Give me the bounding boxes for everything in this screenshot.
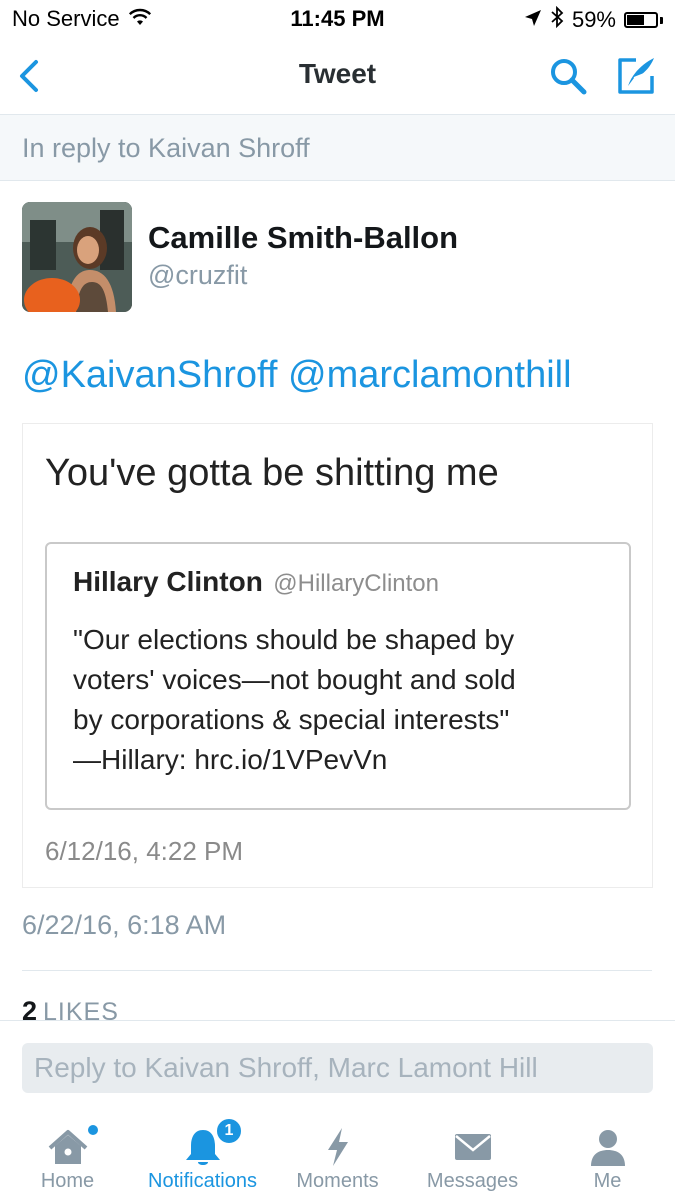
- quoted-author-name: Hillary Clinton: [73, 566, 263, 597]
- quoted-line: —Hillary: hrc.io/1VPevVn: [73, 744, 388, 775]
- tweet-text: @KaivanShroff @marclamonthill: [22, 354, 572, 397]
- tab-label: Home: [40, 1170, 95, 1192]
- likes-count: 2: [22, 996, 38, 1020]
- author-handle[interactable]: @cruzfit: [148, 260, 247, 291]
- tab-bar: Home Notifications Moments Messages Me: [0, 1112, 675, 1200]
- search-icon[interactable]: [548, 56, 588, 96]
- quoted-line: voters' voices—not bought and sold: [73, 664, 516, 695]
- mention-link[interactable]: @marclamonthill: [288, 354, 572, 396]
- bluetooth-icon: [550, 5, 564, 34]
- bell-icon: [135, 1126, 270, 1168]
- quoted-author-handle: @HillaryClinton: [273, 570, 439, 597]
- quoted-line: "Our elections should be shaped by: [73, 624, 515, 655]
- quoted-line: by corporations & special interests": [73, 704, 510, 735]
- battery-percent: 59%: [571, 7, 616, 32]
- likes-row[interactable]: 2 LIKES: [0, 996, 675, 1020]
- tab-label: Moments: [296, 1170, 379, 1192]
- quoted-tweet-card: Hillary Clinton @HillaryClinton "Our ele…: [45, 542, 631, 810]
- reply-composer: [0, 1020, 675, 1113]
- home-icon: [0, 1126, 135, 1168]
- tab-label: Messages: [426, 1170, 519, 1192]
- tab-me[interactable]: Me: [540, 1112, 675, 1200]
- tab-notifications[interactable]: Notifications: [135, 1112, 270, 1200]
- reply-input[interactable]: [22, 1043, 653, 1093]
- tab-moments[interactable]: Moments: [270, 1112, 405, 1200]
- reply-context[interactable]: In reply to Kaivan Shroff: [0, 115, 675, 181]
- person-icon: [540, 1126, 675, 1168]
- notifications-badge: 1: [215, 1117, 243, 1145]
- avatar[interactable]: [22, 202, 132, 312]
- likes-text: 2 LIKES: [22, 996, 119, 1020]
- envelope-icon: [405, 1126, 540, 1168]
- tab-label: Notifications: [148, 1170, 257, 1192]
- quoted-tweet-header: Hillary Clinton @HillaryClinton: [73, 566, 439, 598]
- quoted-tweet-date: 6/12/16, 4:22 PM: [45, 836, 244, 866]
- tab-home[interactable]: Home: [0, 1112, 135, 1200]
- tab-messages[interactable]: Messages: [405, 1112, 540, 1200]
- tab-label: Me: [593, 1170, 622, 1192]
- nav-bar: Tweet: [0, 38, 675, 115]
- mention-link[interactable]: @KaivanShroff: [22, 354, 277, 396]
- status-bar: No Service 11:45 PM 59%: [0, 0, 675, 38]
- divider: [22, 970, 652, 971]
- tweet-media-image[interactable]: You've gotta be shitting me Hillary Clin…: [22, 423, 653, 888]
- home-unread-dot: [88, 1125, 98, 1135]
- status-right: 59%: [524, 5, 663, 34]
- tweet-timestamp: 6/22/16, 6:18 AM: [22, 910, 227, 940]
- lightning-icon: [270, 1126, 405, 1168]
- author-name[interactable]: Camille Smith-Ballon: [148, 220, 458, 256]
- media-caption: You've gotta be shitting me: [45, 452, 499, 494]
- location-arrow-icon: [524, 7, 542, 33]
- compose-icon[interactable]: [614, 54, 658, 96]
- battery-tip: [660, 16, 663, 24]
- battery-fill: [627, 15, 644, 25]
- likes-label: LIKES: [43, 998, 119, 1020]
- quoted-tweet-text: "Our elections should be shaped by voter…: [73, 620, 613, 780]
- battery-icon: [624, 12, 658, 28]
